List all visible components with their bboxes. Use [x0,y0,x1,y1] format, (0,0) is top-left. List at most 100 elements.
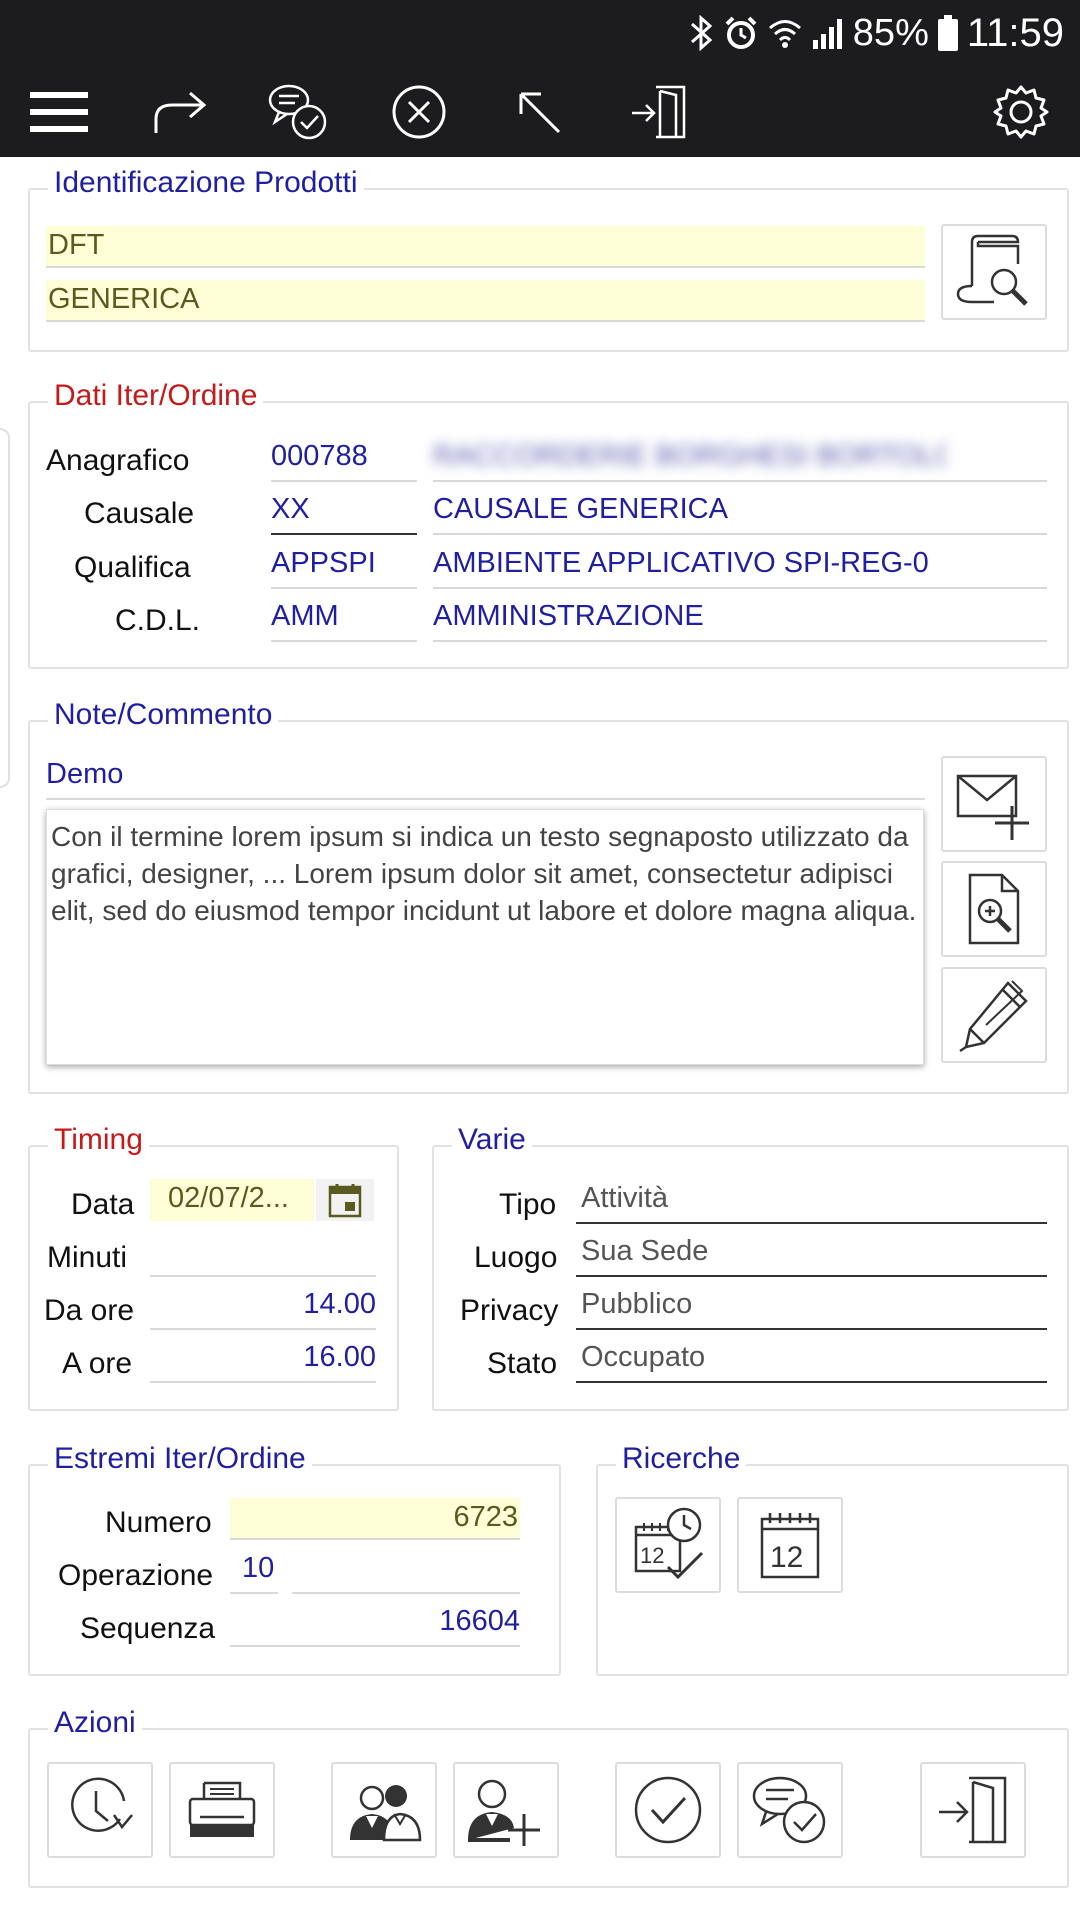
qualifica-desc-field[interactable]: AMBIENTE APPLICATIVO SPI-REG-0 [433,547,1047,589]
minuti-field[interactable] [150,1235,376,1277]
calendar-12-icon: 12 [760,1513,820,1579]
section-title: Varie [452,1123,532,1157]
cdl-desc-field[interactable]: AMMINISTRAZIONE [433,600,1047,642]
privacy-label: Privacy [460,1294,559,1327]
note-subject-field[interactable]: Demo [46,758,925,800]
bluetooth-icon [690,15,713,51]
cdl-code-field[interactable]: AMM [271,600,417,642]
a-ore-label: A ore [62,1347,133,1380]
check-circle-icon [634,1776,702,1844]
operazione-desc-field[interactable] [292,1552,520,1594]
stato-label: Stato [487,1347,558,1380]
section-title: Identificazione Prodotti [48,166,364,200]
date-field[interactable]: 02/07/2... [150,1179,314,1221]
anagrafico-underline [433,480,1047,482]
chat-check-icon [752,1776,826,1844]
identificazione-prodotti-section: Identificazione Prodotti [28,166,1069,352]
add-contact-button[interactable] [453,1762,559,1858]
chat-confirm-action-button[interactable] [737,1762,843,1858]
tipo-field[interactable]: Attività [576,1182,1047,1224]
qualifica-code-field[interactable]: APPSPI [271,547,417,589]
luogo-field[interactable]: Sua Sede [576,1235,1047,1277]
alarm-icon [725,16,757,49]
chat-check-icon [268,84,327,140]
menu-icon [30,92,88,132]
wifi-icon [768,20,801,48]
operazione-field[interactable]: 10 [230,1552,278,1594]
signal-icon [812,19,842,49]
pen-icon [959,980,1028,1053]
product-desc-field[interactable]: GENERICA [46,280,925,322]
section-title: Azioni [48,1706,142,1740]
gear-icon [993,85,1049,139]
confirm-button[interactable] [615,1762,721,1858]
cancel-button[interactable] [386,79,452,145]
edit-note-button[interactable] [941,967,1047,1063]
status-bar: 85% 11:59 [0,0,1080,65]
sequenza-label: Sequenza [80,1612,216,1645]
arrow-up-left-icon [519,92,561,134]
view-document-button[interactable] [941,861,1047,957]
battery-icon [937,15,958,51]
clock-arrow-icon [71,1777,133,1832]
document-search-icon [956,234,1028,306]
product-search-button[interactable] [941,224,1047,320]
document-zoom-icon [968,873,1020,945]
chat-confirm-button[interactable] [265,79,331,145]
search-calendar-button[interactable]: 12 [737,1497,843,1593]
printer-icon [188,1781,256,1837]
users-icon [350,1785,422,1842]
calendar-icon [328,1184,362,1218]
tipo-label: Tipo [499,1188,557,1221]
clock-time: 11:59 [966,10,1064,55]
numero-field[interactable]: 6723 [230,1498,520,1540]
settings-button[interactable] [988,79,1054,145]
app-toolbar [0,65,1080,157]
anagrafico-label: Anagrafico [46,444,190,477]
send-mail-button[interactable] [941,756,1047,852]
privacy-field[interactable]: Pubblico [576,1288,1047,1330]
a-ore-field[interactable]: 16.00 [150,1341,376,1383]
luogo-label: Luogo [474,1241,558,1274]
exit-door-icon [632,85,686,139]
minuti-label: Minuti [47,1241,128,1274]
data-label: Data [71,1188,135,1221]
search-agenda-button[interactable]: 12 [615,1497,721,1593]
section-title: Ricerche [616,1442,747,1476]
section-title: Dati Iter/Ordine [48,379,264,413]
causale-desc-field[interactable]: CAUSALE GENERICA [433,493,1047,535]
exit-action-button[interactable] [920,1762,1026,1858]
da-ore-label: Da ore [44,1294,135,1327]
anagrafico-name-field[interactable]: RACCORDERIE BORGHESI BORTOLO [433,440,947,482]
section-title: Estremi Iter/Ordine [48,1442,312,1476]
product-code-field[interactable]: DFT [46,226,925,268]
qualifica-label: Qualifica [74,551,191,584]
stato-field[interactable]: Occupato [576,1341,1047,1383]
back-up-button[interactable] [506,79,572,145]
anagrafico-code-field[interactable]: 000788 [271,440,417,482]
calendar-clock-check-icon: 12 [634,1507,704,1580]
numero-label: Numero [105,1506,212,1539]
menu-button[interactable] [26,79,92,145]
mail-add-icon [956,774,1029,840]
print-button[interactable] [169,1762,275,1858]
time-action-button[interactable] [47,1762,153,1858]
causale-code-field[interactable]: XX [271,493,417,535]
side-drawer-handle[interactable] [0,428,10,788]
svg-text:12: 12 [640,1543,664,1568]
exit-door-icon [939,1776,1007,1844]
causale-label: Causale [84,497,195,530]
svg-text:12: 12 [770,1541,803,1574]
user-add-icon [468,1779,540,1846]
battery-percent: 85% [852,11,929,54]
calendar-picker-button[interactable] [316,1179,374,1221]
note-body-textarea[interactable]: Con il termine lorem ipsum si indica un … [46,809,924,1065]
contacts-button[interactable] [331,1762,437,1858]
sequenza-field[interactable]: 16604 [230,1605,520,1647]
operazione-label: Operazione [58,1559,214,1592]
cancel-circle-icon [392,85,446,139]
da-ore-field[interactable]: 14.00 [150,1288,376,1330]
forward-button[interactable] [147,79,213,145]
cdl-label: C.D.L. [115,604,201,637]
exit-button[interactable] [626,79,692,145]
